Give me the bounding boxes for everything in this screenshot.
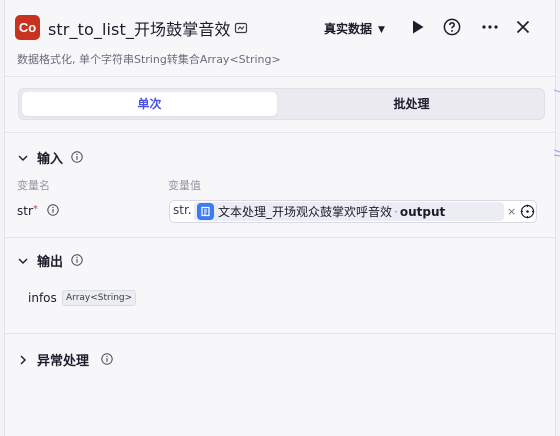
output-divider — [5, 333, 555, 334]
info-icon[interactable] — [71, 151, 83, 163]
output-section-header[interactable]: 输出 — [17, 250, 137, 270]
info-icon[interactable] — [71, 254, 83, 266]
info-icon[interactable] — [47, 204, 59, 216]
chevron-down-icon — [18, 258, 28, 264]
close-icon[interactable] — [515, 19, 531, 35]
header-divider — [5, 76, 555, 77]
node-title: str_to_list_开场鼓掌音效 — [48, 20, 231, 39]
variable-picker-icon[interactable] — [520, 204, 535, 219]
output-var-name: infos — [28, 291, 57, 305]
type-prefix: str. — [173, 203, 192, 217]
chevron-right-icon — [20, 355, 26, 365]
required-mark: * — [32, 204, 38, 215]
node-config-panel: Co str_to_list_开场鼓掌音效 真实数据 ▼ 数据格式化, 单个字符串… — [4, 0, 556, 436]
chevron-down-icon: ▼ — [378, 25, 385, 35]
help-icon[interactable] — [443, 18, 461, 36]
canvas-edge-lines — [554, 89, 560, 157]
tab-batch[interactable]: 批处理 — [284, 92, 539, 116]
input-section-title: 输入 — [37, 152, 64, 167]
variable-reference-field[interactable]: str. 文本处理_开场观众鼓掌欢呼音效 · output × — [169, 200, 537, 223]
tab-single[interactable]: 单次 — [22, 92, 277, 116]
input-var-label: str — [17, 204, 33, 218]
reference-text: 文本处理_开场观众鼓掌欢呼音效 · output — [218, 203, 445, 220]
chevron-down-icon — [18, 155, 28, 161]
reference-output-name: output — [399, 205, 446, 219]
column-header-name: 变量名 — [17, 179, 50, 192]
output-type-badge: Array<String> — [62, 290, 137, 306]
output-section-title: 输出 — [37, 255, 64, 270]
edit-title-icon[interactable] — [234, 21, 248, 35]
node-logo: Co — [15, 15, 40, 40]
clear-reference-icon[interactable]: × — [507, 205, 516, 218]
panel-header: Co str_to_list_开场鼓掌音效 真实数据 ▼ — [15, 13, 545, 41]
run-icon[interactable] — [411, 19, 425, 35]
run-mode-tabs: 单次 批处理 — [18, 88, 545, 120]
tabs-divider — [5, 132, 555, 133]
info-icon[interactable] — [101, 353, 113, 365]
node-description: 数据格式化, 单个字符串String转集合Array<String> — [17, 53, 281, 66]
reference-separator: · — [394, 205, 398, 219]
input-divider — [5, 237, 555, 238]
data-source-label: 真实数据 — [324, 22, 373, 36]
reference-node-name: 文本处理_开场观众鼓掌欢呼音效 — [218, 205, 393, 219]
exception-section-title: 异常处理 — [37, 354, 90, 369]
more-options-icon[interactable] — [480, 17, 500, 37]
data-source-select[interactable]: 真实数据 ▼ — [324, 20, 385, 37]
input-var-name: str* — [17, 204, 59, 218]
reference-tag[interactable]: 文本处理_开场观众鼓掌欢呼音效 · output — [194, 202, 504, 221]
exception-section-header[interactable]: 异常处理 — [17, 349, 157, 369]
text-process-node-icon — [197, 203, 214, 220]
input-section-header[interactable]: 输入 — [17, 147, 137, 167]
column-header-value: 变量值 — [168, 179, 201, 192]
